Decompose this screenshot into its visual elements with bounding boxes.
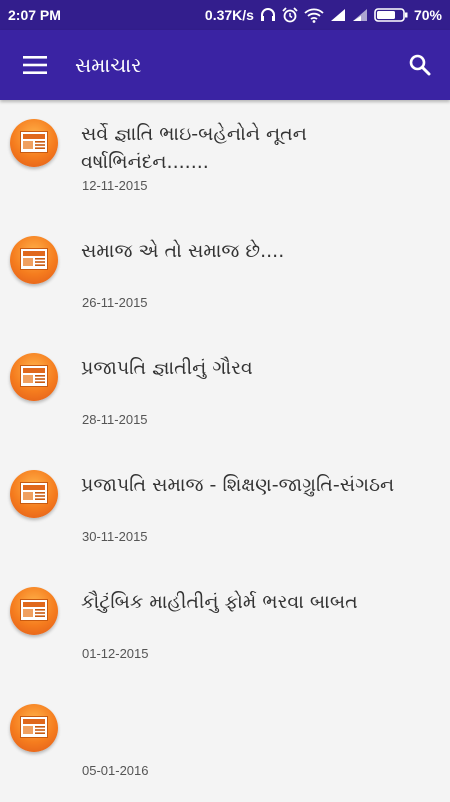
battery-percent: 70% xyxy=(413,7,442,23)
signal-icon xyxy=(352,8,368,22)
news-item[interactable]: સમાજ એ તો સમાજ છે.... 26-11-2015 xyxy=(0,217,450,334)
newspaper-icon xyxy=(10,587,58,635)
news-item[interactable]: પ્રજાપતિ જ્ઞાતીનું ગૌરવ 28-11-2015 xyxy=(0,334,450,451)
news-date: 12-11-2015 xyxy=(82,178,148,193)
news-item[interactable]: કૌટુંબિક માહીતીનું ફોર્મ ભરવા બાબત 01-12… xyxy=(0,568,450,685)
newspaper-icon xyxy=(10,236,58,284)
news-title: સર્વે જ્ઞાતિ ભાઇ-બહેનોને નૂતન વર્ષાભિનંદ… xyxy=(81,123,307,173)
news-title: પ્રજાપતિ સમાજ - શિક્ષણ-જાગ્રુતિ-સંગઠન xyxy=(81,474,395,496)
status-icons: 0.37K/s 70% xyxy=(205,7,442,23)
wifi-icon xyxy=(304,8,324,23)
news-title: કૌટુંબિક માહીતીનું ફોર્મ ભરવા બાબત xyxy=(81,591,358,613)
news-date: 26-11-2015 xyxy=(82,295,148,310)
news-item[interactable]: સર્વે જ્ઞાતિ ભાઇ-બહેનોને નૂતન વર્ષાભિનંદ… xyxy=(0,100,450,217)
news-item[interactable]: 05-01-2016 xyxy=(0,685,450,802)
menu-button[interactable] xyxy=(0,30,70,100)
newspaper-icon xyxy=(10,704,58,752)
status-bar: 2:07 PM 0.37K/s 70% xyxy=(0,0,450,30)
menu-icon xyxy=(23,56,47,74)
signal-icon xyxy=(330,8,346,22)
news-list: સર્વે જ્ઞાતિ ભાઇ-બહેનોને નૂતન વર્ષાભિનંદ… xyxy=(0,100,450,802)
news-title: પ્રજાપતિ જ્ઞાતીનું ગૌરવ xyxy=(81,357,253,379)
status-time: 2:07 PM xyxy=(8,7,61,23)
newspaper-icon xyxy=(10,353,58,401)
news-item[interactable]: પ્રજાપતિ સમાજ - શિક્ષણ-જાગ્રુતિ-સંગઠન 30… xyxy=(0,451,450,568)
news-date: 30-11-2015 xyxy=(82,529,148,544)
news-date: 05-01-2016 xyxy=(82,763,149,778)
newspaper-icon xyxy=(10,470,58,518)
news-title: સમાજ એ તો સમાજ છે.... xyxy=(81,240,285,262)
page-title: સમાચાર xyxy=(75,53,142,77)
headphones-icon xyxy=(260,8,276,22)
network-speed: 0.37K/s xyxy=(204,7,254,23)
search-icon xyxy=(409,54,431,76)
news-date: 01-12-2015 xyxy=(82,646,149,661)
battery-icon xyxy=(374,8,408,22)
app-bar: સમાચાર xyxy=(0,30,450,100)
alarm-icon xyxy=(282,7,298,23)
newspaper-icon xyxy=(10,119,58,167)
search-button[interactable] xyxy=(390,30,450,100)
news-date: 28-11-2015 xyxy=(82,412,148,427)
